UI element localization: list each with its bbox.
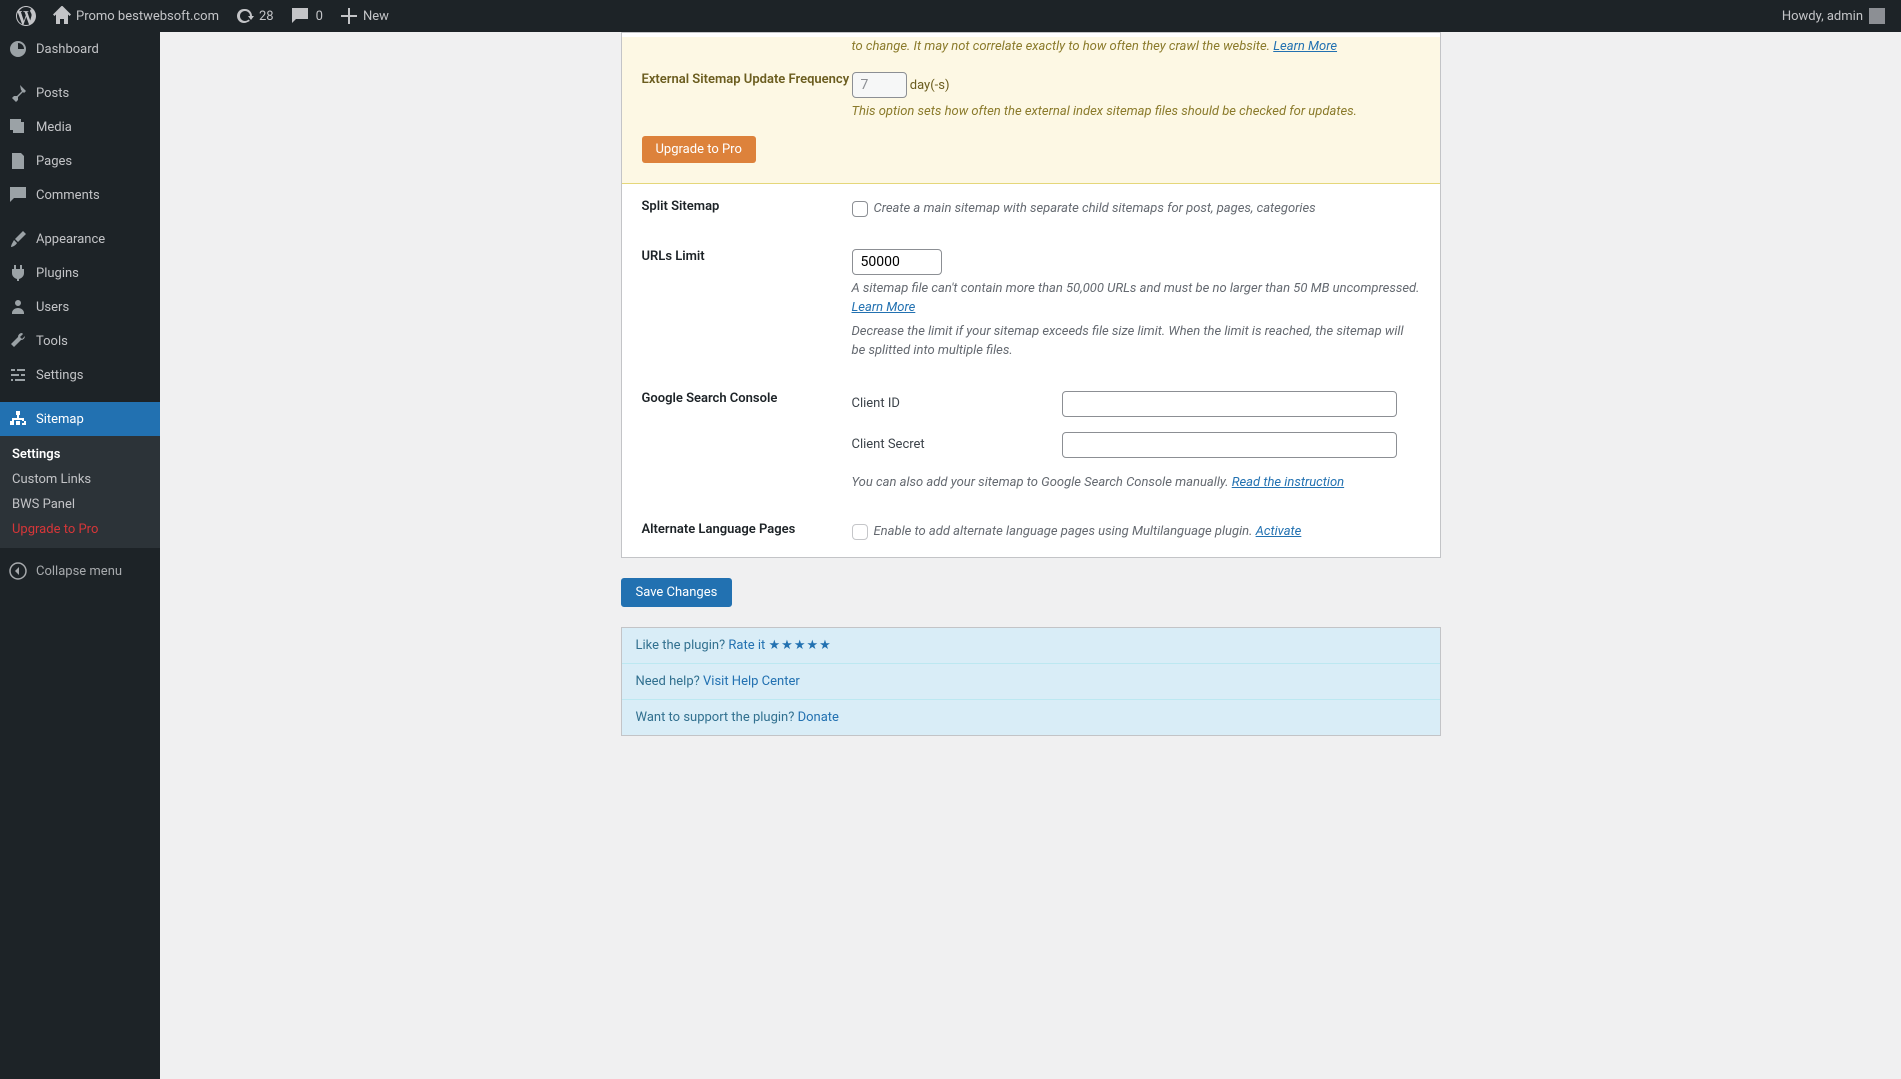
client-id-label: Client ID bbox=[852, 396, 1062, 411]
split-desc: Create a main sitemap with separate chil… bbox=[874, 201, 1316, 216]
menu-comments[interactable]: Comments bbox=[0, 178, 160, 212]
split-checkbox-label[interactable]: Create a main sitemap with separate chil… bbox=[852, 201, 1316, 216]
plugin-icon bbox=[8, 263, 28, 283]
media-icon bbox=[8, 117, 28, 137]
dashboard-icon bbox=[8, 39, 28, 59]
admin-bar: Promo bestwebsoft.com 28 0 New Howdy, ad… bbox=[0, 0, 1901, 32]
sliders-icon bbox=[8, 365, 28, 385]
settings-panel: to change. It may not correlate exactly … bbox=[621, 32, 1441, 558]
new-content[interactable]: New bbox=[331, 0, 397, 32]
wrench-icon bbox=[8, 331, 28, 351]
ext-sitemap-label: External Sitemap Update Frequency bbox=[642, 72, 852, 122]
menu-pages[interactable]: Pages bbox=[0, 144, 160, 178]
limit-desc2: Decrease the limit if your sitemap excee… bbox=[852, 322, 1420, 361]
menu-appearance[interactable]: Appearance bbox=[0, 222, 160, 256]
donate-link[interactable]: Donate bbox=[798, 710, 839, 725]
needhelp-text: Need help? bbox=[636, 674, 700, 689]
sub-bws-panel[interactable]: BWS Panel bbox=[0, 492, 160, 517]
donate-box: Want to support the plugin? Donate bbox=[622, 700, 1440, 735]
limit-learn-more[interactable]: Learn More bbox=[852, 300, 916, 315]
client-secret-input[interactable] bbox=[1062, 432, 1397, 458]
ext-desc: This option sets how often the external … bbox=[852, 102, 1420, 122]
menu-settings[interactable]: Settings bbox=[0, 358, 160, 392]
gsc-desc: You can also add your sitemap to Google … bbox=[852, 475, 1232, 490]
alt-desc: Enable to add alternate language pages u… bbox=[874, 524, 1253, 539]
client-id-input[interactable] bbox=[1062, 391, 1397, 417]
alt-checkbox-label: Enable to add alternate language pages u… bbox=[852, 524, 1302, 539]
help-center-link[interactable]: Visit Help Center bbox=[703, 674, 800, 689]
menu-users[interactable]: Users bbox=[0, 290, 160, 324]
brush-icon bbox=[8, 229, 28, 249]
menu-sitemap[interactable]: Sitemap bbox=[0, 402, 160, 436]
home-icon bbox=[52, 6, 72, 26]
plus-icon bbox=[339, 6, 359, 26]
sub-settings[interactable]: Settings bbox=[0, 442, 160, 467]
admin-menu: Dashboard Posts Media Pages Comments App… bbox=[0, 32, 160, 1079]
wp-logo[interactable] bbox=[8, 0, 44, 32]
sub-upgrade[interactable]: Upgrade to Pro bbox=[0, 517, 160, 542]
site-name[interactable]: Promo bestwebsoft.com bbox=[44, 0, 227, 32]
menu-tools[interactable]: Tools bbox=[0, 324, 160, 358]
learn-more-link[interactable]: Learn More bbox=[1273, 39, 1337, 54]
updates[interactable]: 28 bbox=[227, 0, 282, 32]
limit-desc1: A sitemap file can't contain more than 5… bbox=[852, 281, 1420, 296]
split-label: Split Sitemap bbox=[642, 199, 852, 219]
ext-unit-label: day(-s) bbox=[910, 78, 950, 93]
avatar bbox=[1869, 8, 1885, 24]
save-button[interactable]: Save Changes bbox=[621, 578, 733, 607]
activate-link[interactable]: Activate bbox=[1256, 524, 1302, 539]
page-icon bbox=[8, 151, 28, 171]
footer-boxes: Like the plugin? Rate it ★★★★★ Need help… bbox=[621, 627, 1441, 736]
refresh-icon bbox=[235, 6, 255, 26]
my-account[interactable]: Howdy, admin bbox=[1774, 0, 1893, 32]
comments-bubble[interactable]: 0 bbox=[282, 0, 331, 32]
sub-custom-links[interactable]: Custom Links bbox=[0, 467, 160, 492]
limit-input[interactable] bbox=[852, 249, 942, 275]
user-icon bbox=[8, 297, 28, 317]
limit-label: URLs Limit bbox=[642, 249, 852, 361]
like-text: Like the plugin? bbox=[636, 638, 726, 653]
menu-dashboard[interactable]: Dashboard bbox=[0, 32, 160, 66]
collapse-icon bbox=[8, 561, 28, 581]
menu-plugins[interactable]: Plugins bbox=[0, 256, 160, 290]
rate-box: Like the plugin? Rate it ★★★★★ bbox=[622, 628, 1440, 664]
collapse-menu[interactable]: Collapse menu bbox=[0, 554, 160, 588]
comment-icon bbox=[290, 6, 310, 26]
read-instruction-link[interactable]: Read the instruction bbox=[1232, 475, 1344, 490]
help-box: Need help? Visit Help Center bbox=[622, 664, 1440, 700]
stars-icon[interactable]: ★★★★★ bbox=[769, 638, 832, 653]
menu-posts[interactable]: Posts bbox=[0, 76, 160, 110]
sitemap-icon bbox=[8, 409, 28, 429]
alt-label: Alternate Language Pages bbox=[642, 522, 852, 542]
gsc-label: Google Search Console bbox=[642, 391, 852, 493]
rate-link[interactable]: Rate it bbox=[728, 638, 765, 653]
comment-icon bbox=[8, 185, 28, 205]
support-text: Want to support the plugin? bbox=[636, 710, 795, 725]
ext-days-input bbox=[852, 72, 907, 98]
upgrade-button[interactable]: Upgrade to Pro bbox=[642, 136, 756, 163]
change-freq-desc: to change. It may not correlate exactly … bbox=[852, 39, 1271, 54]
pin-icon bbox=[8, 83, 28, 103]
client-secret-label: Client Secret bbox=[852, 437, 1062, 452]
pro-zone: to change. It may not correlate exactly … bbox=[622, 37, 1440, 184]
submenu-sitemap: Settings Custom Links BWS Panel Upgrade … bbox=[0, 436, 160, 548]
alt-checkbox bbox=[852, 524, 868, 540]
split-checkbox[interactable] bbox=[852, 201, 868, 217]
menu-media[interactable]: Media bbox=[0, 110, 160, 144]
